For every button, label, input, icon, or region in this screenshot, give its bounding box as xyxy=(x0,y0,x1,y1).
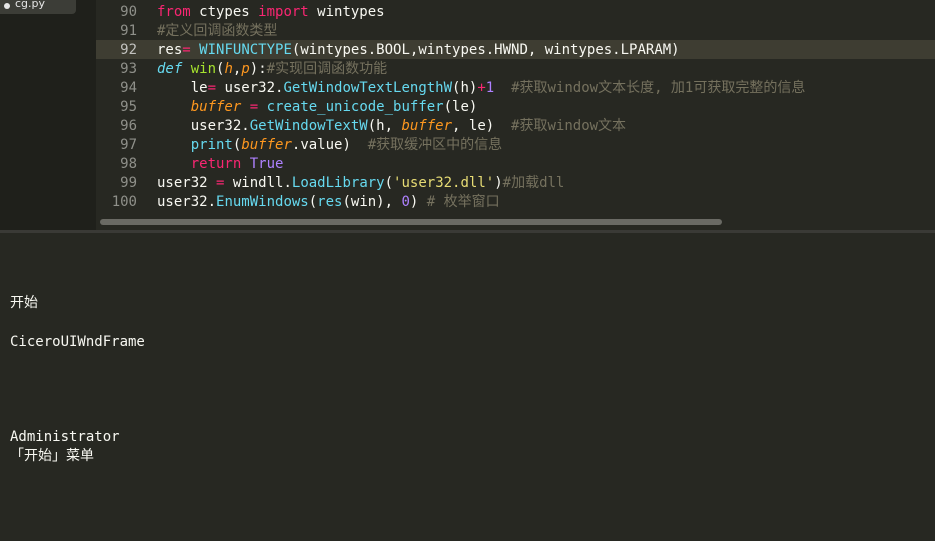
code-token: .value) xyxy=(291,137,368,153)
code-token: (h, xyxy=(367,118,402,134)
line-number: 97 xyxy=(120,137,137,153)
code-line[interactable]: user32.GetWindowTextW(h, buffer, le) #获取… xyxy=(157,117,626,136)
line-number: 94 xyxy=(120,80,137,96)
code-token: ) xyxy=(494,175,503,191)
code-token: buffer xyxy=(241,137,292,153)
code-token: , le) xyxy=(452,118,512,134)
code-token: import xyxy=(258,4,309,20)
code-token: GetWindowTextW xyxy=(249,118,368,134)
code-token: #实现回调函数功能 xyxy=(266,61,388,77)
code-token: user32. xyxy=(157,194,217,210)
code-token: True xyxy=(249,156,284,172)
line-number: 91 xyxy=(120,23,137,39)
code-token: le xyxy=(157,80,208,96)
code-token: #定义回调函数类型 xyxy=(157,23,278,39)
code-line[interactable]: res= WINFUNCTYPE(wintypes.BOOL,wintypes.… xyxy=(157,41,680,60)
code-area[interactable]: from ctypes import wintypes #定义回调函数类型 res=… xyxy=(157,0,935,215)
line-number: 95 xyxy=(120,99,137,115)
code-line[interactable]: from ctypes import wintypes xyxy=(157,3,385,22)
output-line: Administrator xyxy=(10,429,120,445)
code-token: wintypes xyxy=(308,4,385,20)
code-token: 'user32.dll' xyxy=(393,175,495,191)
output-line: 「开始」菜单 xyxy=(10,448,94,464)
output-line: CiceroUIWndFrame xyxy=(10,334,145,350)
code-token: #获取缓冲区中的信息 xyxy=(367,137,503,153)
code-line[interactable]: le= user32.GetWindowTextLengthW(h)+1 #获取… xyxy=(157,79,806,98)
code-token: ) xyxy=(409,194,427,210)
code-token: WINFUNCTYPE xyxy=(199,42,292,58)
code-token: #获取window文本 xyxy=(511,118,627,134)
code-token: return xyxy=(190,156,242,172)
code-token: = xyxy=(249,99,259,115)
code-token: p xyxy=(241,61,250,77)
code-token: win xyxy=(190,61,217,77)
code-line[interactable]: user32.EnumWindows(res(win), 0) # 枚举窗口 xyxy=(157,193,500,212)
code-token: + xyxy=(477,80,486,96)
code-token: = xyxy=(182,42,191,58)
output-panel: 开始 CiceroUIWndFrame Administrator 「开始」菜单 xyxy=(0,233,935,541)
code-token: user32. xyxy=(157,118,250,134)
scrollbar-thumb[interactable] xyxy=(100,219,722,225)
code-token: ctypes xyxy=(190,4,259,20)
tab-filename: cg.py xyxy=(15,0,46,10)
line-number-gutter: 90 91 92 93 94 95 96 97 98 99 100 xyxy=(96,0,146,215)
code-token: res xyxy=(317,194,343,210)
line-number: 98 xyxy=(120,156,137,172)
line-number: 100 xyxy=(111,194,137,210)
code-token: from xyxy=(157,4,191,20)
code-token: ( xyxy=(384,175,394,191)
code-line[interactable]: buffer = create_unicode_buffer(le) xyxy=(157,98,478,117)
horizontal-scrollbar[interactable] xyxy=(96,216,935,228)
code-token: h xyxy=(224,61,233,77)
code-token: res xyxy=(157,42,183,58)
code-line[interactable]: return True xyxy=(157,155,284,174)
line-number: 99 xyxy=(120,175,137,191)
code-token: create_unicode_buffer xyxy=(266,99,444,115)
code-token: (le) xyxy=(443,99,478,115)
code-token: #加载dll xyxy=(502,175,565,191)
code-token: print xyxy=(190,137,233,153)
code-token: 0 xyxy=(401,194,410,210)
code-line[interactable]: user32 = windll.LoadLibrary('user32.dll'… xyxy=(157,174,564,193)
code-token: GetWindowTextLengthW xyxy=(283,80,453,96)
code-line[interactable]: #定义回调函数类型 xyxy=(157,22,277,41)
code-editor[interactable]: cg.py 90 91 92 93 94 95 96 97 98 99 100 from ctype… xyxy=(0,0,935,230)
code-token: (wintypes.BOOL,wintypes.HWND, wintypes.L… xyxy=(291,42,680,58)
code-token: ( xyxy=(308,194,318,210)
code-line[interactable]: print(buffer.value) #获取缓冲区中的信息 xyxy=(157,136,502,155)
file-tab[interactable]: cg.py xyxy=(0,0,76,14)
line-number: 96 xyxy=(120,118,137,134)
code-token: buffer xyxy=(401,118,453,134)
code-token: = xyxy=(207,80,217,96)
code-token: (win), xyxy=(342,194,402,210)
line-number: 90 xyxy=(120,4,137,20)
code-token: 1 xyxy=(485,80,495,96)
code-token: # 枚举窗口 xyxy=(426,194,500,210)
code-token: (h) xyxy=(452,80,478,96)
code-token: ): xyxy=(249,61,267,77)
code-line[interactable]: def win(h,p):#实现回调函数功能 xyxy=(157,60,387,79)
sidebar: cg.py xyxy=(0,0,96,230)
code-token: def xyxy=(157,61,183,77)
code-token: windll. xyxy=(224,175,292,191)
code-token: user32. xyxy=(216,80,284,96)
line-number: 93 xyxy=(120,61,137,77)
code-token: LoadLibrary xyxy=(291,175,385,191)
output-line: 开始 xyxy=(10,295,38,311)
code-token: user32 xyxy=(157,175,217,191)
code-token: EnumWindows xyxy=(216,194,309,210)
code-token: #获取window文本长度, 加1可获取完整的信息 xyxy=(511,80,806,96)
code-token: buffer xyxy=(190,99,242,115)
line-number: 92 xyxy=(120,42,137,58)
dot-icon xyxy=(4,3,10,9)
